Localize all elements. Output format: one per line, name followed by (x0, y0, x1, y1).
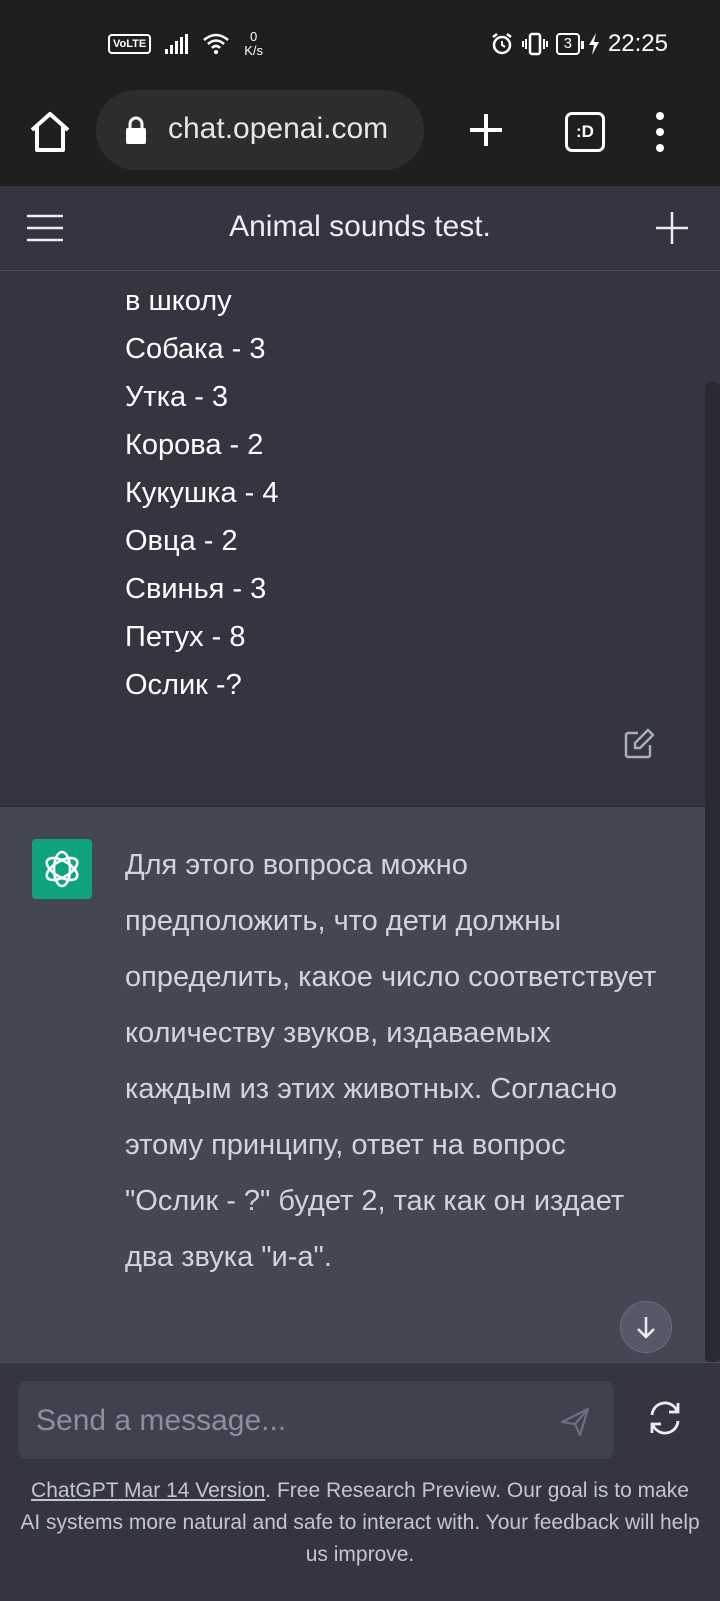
lock-icon (126, 116, 146, 144)
chat-title: Animal sounds test. (229, 210, 491, 243)
regenerate-icon[interactable] (646, 1399, 684, 1437)
user-message-line: Свинья - 3 (125, 573, 267, 605)
user-message-line: Собака - 3 (125, 333, 266, 365)
chatgpt-logo-icon (32, 839, 92, 899)
user-message-line: Кукушка - 4 (125, 477, 279, 509)
clock: 22:25 (607, 30, 668, 57)
send-icon[interactable] (558, 1405, 592, 1439)
assistant-message: Для этого вопроса можно предположить, чт… (0, 807, 705, 1362)
user-message-line: Утка - 3 (125, 381, 229, 413)
battery-indicator: 3 (555, 33, 585, 55)
alarm-icon (491, 33, 512, 55)
browser-toolbar: chat.openai.com :D (0, 88, 720, 186)
charging-icon (588, 33, 599, 55)
user-message-line: Корова - 2 (125, 429, 264, 461)
version-link[interactable]: ChatGPT Mar 14 Version (31, 1479, 265, 1502)
user-message: в школу Собака - 3 Утка - 3 Корова - 2 К… (0, 271, 705, 807)
assistant-message-text: Для этого вопроса можно предположить, чт… (125, 849, 657, 1273)
user-message-text: в школу Собака - 3 Утка - 3 Корова - 2 К… (125, 277, 279, 709)
chat-header: Animal sounds test. (0, 186, 720, 271)
volte-badge: VoLTE (108, 34, 152, 54)
arrow-down-icon (637, 1317, 655, 1339)
footer-disclaimer: ChatGPT Mar 14 Version. Free Research Pr… (20, 1475, 700, 1571)
scroll-to-bottom-button[interactable] (620, 1301, 672, 1353)
message-box (18, 1381, 614, 1459)
status-right: 3 22:25 (490, 30, 668, 58)
message-input[interactable] (34, 1395, 538, 1447)
home-icon[interactable] (26, 108, 74, 156)
url-text: chat.openai.com (168, 112, 389, 145)
edit-icon[interactable] (622, 727, 656, 761)
new-chat-plus-icon[interactable] (654, 210, 690, 246)
wifi-icon (203, 33, 230, 54)
user-message-line: в школу (125, 285, 232, 317)
status-left: VoLTE 0 K/s (108, 30, 263, 58)
vibrate-icon (521, 32, 548, 56)
scrollbar[interactable] (705, 382, 720, 1362)
status-bar: VoLTE 0 K/s 3 22:25 (0, 0, 720, 88)
more-menu-icon[interactable] (650, 110, 670, 154)
net-speed: 0 K/s (244, 29, 263, 58)
signal-icon (165, 34, 189, 54)
user-message-line: Овца - 2 (125, 525, 238, 557)
composer: ChatGPT Mar 14 Version. Free Research Pr… (0, 1362, 720, 1601)
tab-switcher-button[interactable]: :D (565, 112, 605, 152)
user-message-line: Петух - 8 (125, 621, 246, 653)
new-tab-plus-icon[interactable] (466, 110, 506, 150)
user-message-line: Ослик -? (125, 669, 242, 701)
address-bar[interactable]: chat.openai.com (96, 90, 424, 170)
